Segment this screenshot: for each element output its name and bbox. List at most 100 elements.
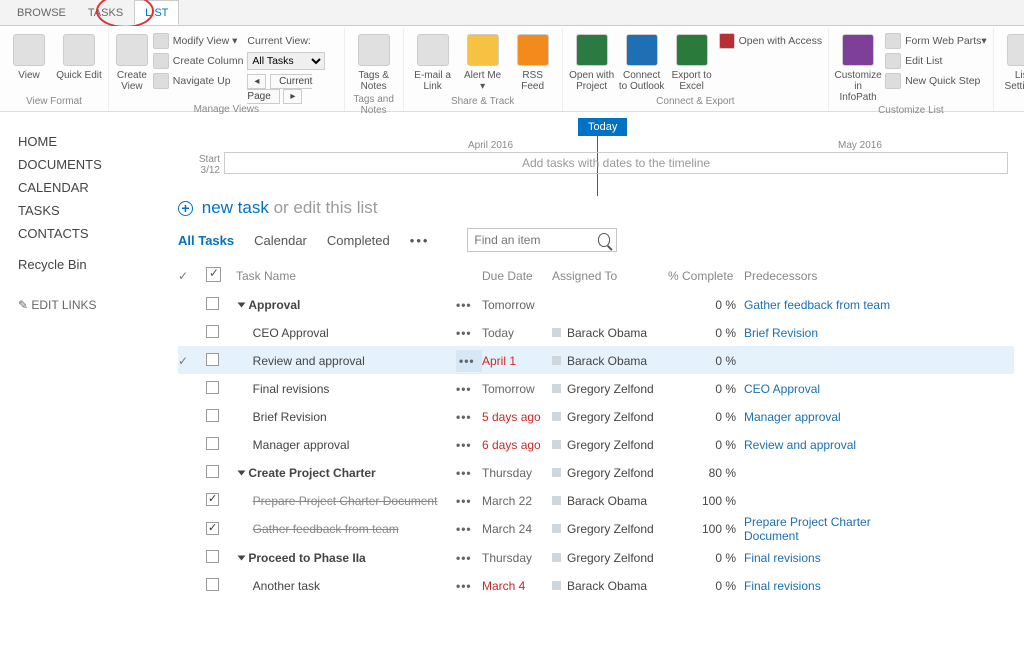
- view-calendar[interactable]: Calendar: [254, 233, 307, 248]
- col-pct[interactable]: % Complete: [668, 269, 744, 283]
- view-button[interactable]: View: [6, 30, 52, 81]
- view-completed[interactable]: Completed: [327, 233, 390, 248]
- row-task-name[interactable]: Manager approval: [236, 438, 456, 452]
- table-row[interactable]: Gather feedback from team•••March 24Greg…: [178, 514, 1014, 543]
- row-predecessor[interactable]: Brief Revision: [744, 326, 924, 340]
- row-menu[interactable]: •••: [456, 579, 482, 593]
- timeline-rectangle[interactable]: Add tasks with dates to the timeline: [224, 152, 1008, 174]
- col-due-date[interactable]: Due Date: [482, 269, 552, 283]
- row-assigned[interactable]: Gregory Zelfond: [552, 382, 668, 396]
- row-predecessor[interactable]: Final revisions: [744, 579, 924, 593]
- open-with-access[interactable]: Open with Access: [719, 32, 822, 50]
- row-checkbox[interactable]: [206, 550, 236, 566]
- nav-recycle-bin[interactable]: Recycle Bin: [18, 253, 152, 276]
- col-assigned[interactable]: Assigned To: [552, 269, 668, 283]
- row-assigned[interactable]: Gregory Zelfond: [552, 551, 668, 565]
- current-view-select[interactable]: All Tasks: [247, 52, 325, 70]
- row-checkbox[interactable]: [206, 409, 236, 425]
- table-row[interactable]: Approval•••Tomorrow0 %Gather feedback fr…: [178, 290, 1014, 318]
- nav-edit-links[interactable]: ✎ EDIT LINKS: [18, 294, 152, 316]
- row-menu[interactable]: •••: [456, 522, 482, 536]
- row-menu[interactable]: •••: [456, 438, 482, 452]
- table-row[interactable]: Proceed to Phase IIa•••ThursdayGregory Z…: [178, 543, 1014, 571]
- tab-list[interactable]: LIST: [134, 0, 179, 25]
- row-checkbox[interactable]: [206, 493, 236, 508]
- row-predecessor[interactable]: Review and approval: [744, 438, 924, 452]
- table-row[interactable]: ✓ Review and approval•••April 1Barack Ob…: [178, 346, 1014, 374]
- row-menu[interactable]: •••: [456, 326, 482, 340]
- row-checkbox[interactable]: [206, 381, 236, 397]
- add-task-icon[interactable]: +: [178, 201, 193, 216]
- row-task-name[interactable]: Final revisions: [236, 382, 456, 396]
- row-task-name[interactable]: Gather feedback from team: [236, 522, 456, 536]
- edit-list[interactable]: Edit List: [885, 52, 987, 70]
- table-row[interactable]: Prepare Project Charter Document•••March…: [178, 486, 1014, 514]
- row-menu[interactable]: •••: [456, 350, 482, 372]
- row-task-name[interactable]: Review and approval: [236, 354, 456, 368]
- customize-infopath-button[interactable]: Customize in InfoPath: [835, 30, 881, 103]
- search-box[interactable]: [467, 228, 617, 252]
- row-task-name[interactable]: Another task: [236, 579, 456, 593]
- new-task-link[interactable]: new task: [202, 198, 269, 217]
- nav-home[interactable]: HOME: [18, 130, 152, 153]
- table-row[interactable]: Final revisions•••TomorrowGregory Zelfon…: [178, 374, 1014, 402]
- tags-notes-button[interactable]: Tags & Notes: [351, 30, 397, 92]
- row-predecessor[interactable]: CEO Approval: [744, 382, 924, 396]
- view-more[interactable]: •••: [410, 233, 430, 248]
- new-quick-step[interactable]: New Quick Step: [885, 72, 987, 90]
- row-task-name[interactable]: Proceed to Phase IIa: [236, 551, 456, 565]
- table-row[interactable]: Another task•••March 4Barack Obama0 %Fin…: [178, 571, 1014, 599]
- row-assigned[interactable]: Barack Obama: [552, 579, 668, 593]
- table-row[interactable]: Manager approval•••6 days agoGregory Zel…: [178, 430, 1014, 458]
- row-task-name[interactable]: CEO Approval: [236, 326, 456, 340]
- nav-documents[interactable]: DOCUMENTS: [18, 153, 152, 176]
- email-link-button[interactable]: E-mail a Link: [410, 30, 456, 92]
- row-menu[interactable]: •••: [456, 298, 482, 312]
- row-assigned[interactable]: Barack Obama: [552, 326, 668, 340]
- row-checkbox[interactable]: [206, 522, 236, 537]
- row-menu[interactable]: •••: [456, 410, 482, 424]
- form-web-parts[interactable]: Form Web Parts ▾: [885, 32, 987, 50]
- row-checkbox[interactable]: [206, 465, 236, 481]
- nav-contacts[interactable]: CONTACTS: [18, 222, 152, 245]
- row-task-name[interactable]: Prepare Project Charter Document: [236, 494, 456, 508]
- create-column[interactable]: Create Column: [153, 52, 244, 70]
- navigate-up[interactable]: Navigate Up: [153, 72, 244, 90]
- row-predecessor[interactable]: Gather feedback from team: [744, 298, 924, 312]
- row-assigned[interactable]: Barack Obama: [552, 354, 668, 368]
- nav-calendar[interactable]: CALENDAR: [18, 176, 152, 199]
- tab-tasks[interactable]: TASKS: [77, 0, 134, 25]
- row-assigned[interactable]: Barack Obama: [552, 494, 668, 508]
- col-complete[interactable]: ✓: [178, 269, 206, 283]
- col-pred[interactable]: Predecessors: [744, 269, 924, 283]
- col-task-name[interactable]: Task Name: [236, 269, 456, 283]
- row-checkbox[interactable]: [206, 297, 236, 313]
- tab-browse[interactable]: BROWSE: [6, 0, 77, 25]
- row-complete-icon[interactable]: ✓: [178, 354, 206, 368]
- row-assigned[interactable]: Gregory Zelfond: [552, 410, 668, 424]
- row-predecessor[interactable]: Manager approval: [744, 410, 924, 424]
- create-view-button[interactable]: Create View: [115, 30, 149, 92]
- row-task-name[interactable]: Create Project Charter: [236, 466, 456, 480]
- open-with-project-button[interactable]: Open with Project: [569, 30, 615, 92]
- col-checkbox[interactable]: [206, 267, 236, 285]
- row-checkbox[interactable]: [206, 437, 236, 453]
- row-checkbox[interactable]: [206, 325, 236, 341]
- table-row[interactable]: Brief Revision•••5 days agoGregory Zelfo…: [178, 402, 1014, 430]
- row-task-name[interactable]: Brief Revision: [236, 410, 456, 424]
- row-menu[interactable]: •••: [456, 466, 482, 480]
- row-checkbox[interactable]: [206, 578, 236, 594]
- search-icon[interactable]: [598, 233, 611, 247]
- row-predecessor[interactable]: Final revisions: [744, 551, 924, 565]
- row-checkbox[interactable]: [206, 353, 236, 369]
- modify-view[interactable]: Modify View ▾: [153, 32, 244, 50]
- row-menu[interactable]: •••: [456, 382, 482, 396]
- row-predecessor[interactable]: Prepare Project Charter Document: [744, 515, 924, 543]
- list-settings-button[interactable]: List Settings: [1000, 30, 1024, 92]
- nav-tasks[interactable]: TASKS: [18, 199, 152, 222]
- row-assigned[interactable]: Gregory Zelfond: [552, 522, 668, 536]
- alert-me-button[interactable]: Alert Me▾: [460, 30, 506, 92]
- search-input[interactable]: [474, 233, 597, 247]
- connect-to-outlook-button[interactable]: Connect to Outlook: [619, 30, 665, 92]
- table-row[interactable]: CEO Approval•••TodayBarack Obama0 %Brief…: [178, 318, 1014, 346]
